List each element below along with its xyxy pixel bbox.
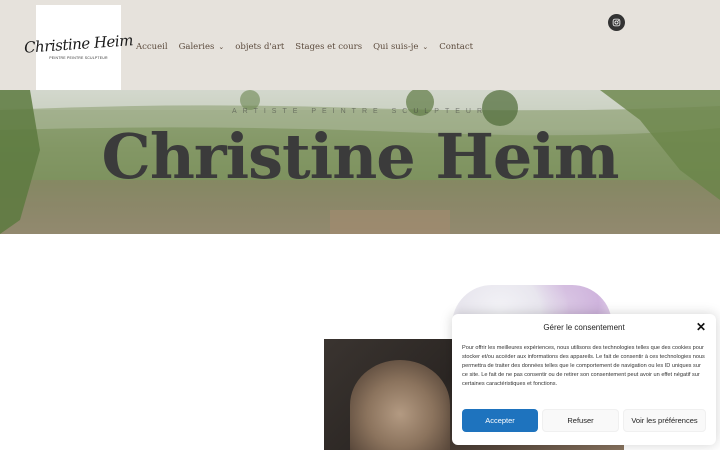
nav-item-label: Contact [439, 42, 474, 52]
chevron-down-icon: ⌄ [218, 43, 225, 51]
main-nav: Accueil Galeries ⌄ objets d'art Stages e… [136, 42, 484, 52]
nav-item-label: Accueil [136, 42, 168, 52]
hero-title: Christine Heim [101, 120, 619, 193]
consent-dialog: Gérer le consentement ✕ Pour offrir les … [452, 314, 716, 445]
consent-text: Pour offrir les meilleures expériences, … [462, 345, 705, 387]
nav-item-objets-dart[interactable]: objets d'art [235, 42, 284, 52]
hero-banner: ARTISTE PEINTRE SCULPTEUR Christine Heim [0, 90, 720, 234]
instagram-glyph [612, 18, 621, 27]
consent-title: Gérer le consentement [543, 323, 625, 332]
nav-item-galeries[interactable]: Galeries ⌄ [179, 42, 225, 52]
nav-item-label: Stages et cours [295, 42, 363, 52]
logo-tagline: PEINTRE PEINTRE SCULPTEUR [49, 56, 108, 60]
instagram-icon[interactable] [608, 14, 625, 31]
hero-kicker: ARTISTE PEINTRE SCULPTEUR [231, 108, 489, 115]
close-icon[interactable]: ✕ [694, 320, 708, 334]
preferences-button[interactable]: Voir les préférences [623, 409, 706, 432]
nav-item-accueil[interactable]: Accueil [136, 42, 168, 52]
logo-script-text: Christine Heim [23, 31, 134, 57]
nav-item-stages-et-cours[interactable]: Stages et cours [295, 42, 362, 52]
chevron-down-icon: ⌄ [422, 43, 429, 51]
nav-item-qui-suis-je[interactable]: Qui suis-je ⌄ [373, 42, 428, 52]
nav-item-contact[interactable]: Contact [439, 42, 473, 52]
nav-item-label: Qui suis-je [373, 42, 419, 52]
nav-item-label: objets d'art [235, 42, 285, 52]
accept-button[interactable]: Accepter [462, 409, 538, 432]
nav-item-label: Galeries [178, 42, 215, 52]
refuse-button[interactable]: Refuser [542, 409, 619, 432]
site-logo[interactable]: Christine Heim PEINTRE PEINTRE SCULPTEUR [24, 5, 133, 90]
portrait-subject [350, 360, 450, 450]
site-header: Christine Heim PEINTRE PEINTRE SCULPTEUR… [0, 0, 720, 90]
